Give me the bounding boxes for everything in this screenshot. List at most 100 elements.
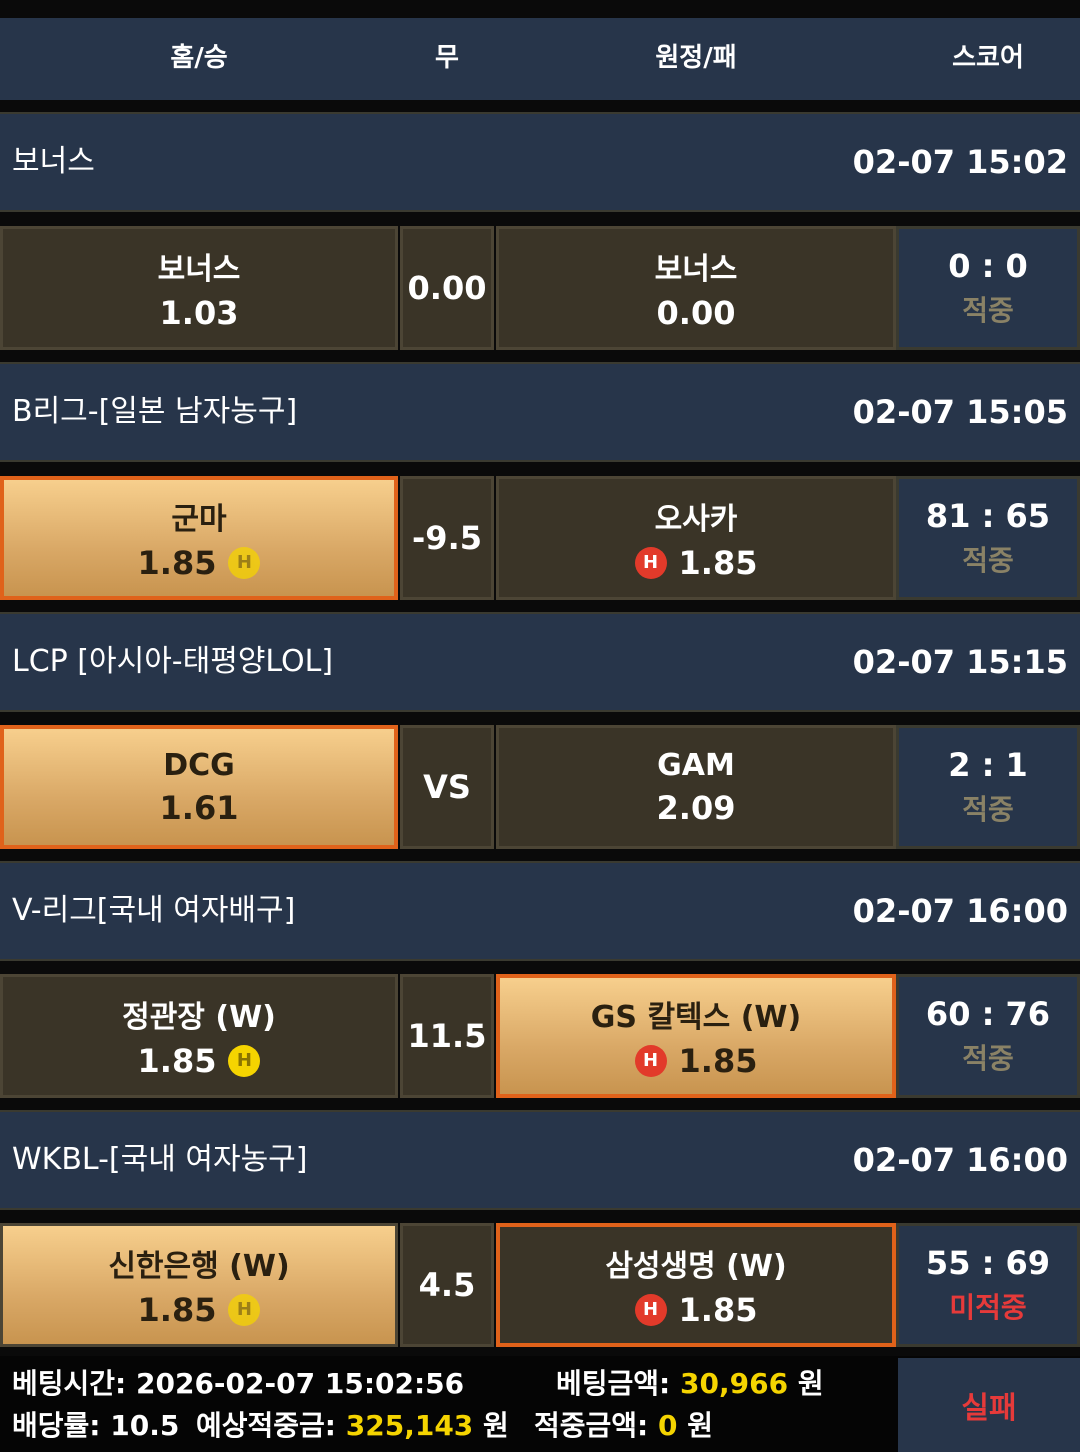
total-odds: 10.5 [110,1409,180,1442]
draw-odds-button[interactable]: VS [400,725,494,849]
away-badge-icon: H [634,547,667,579]
away-odds-button[interactable]: 삼성생명 (W) H 1.85 [496,1223,896,1347]
league-row: 보너스 02-07 15:02 [0,112,1080,212]
league-name: LCP [아시아-태평양LOL] [12,644,334,679]
home-badge-icon: H [228,1045,261,1077]
score: 55 : 69 [925,1244,1051,1282]
home-odds: 1.85 [137,1042,217,1080]
bet-result-badge: 실패 [898,1358,1080,1452]
match-time: 02-07 15:15 [852,643,1068,681]
table-header: 홈/승 무 원정/패 스코어 [0,18,1080,100]
away-odds-button[interactable]: GS 칼텍스 (W) H 1.85 [496,974,896,1098]
header-home: 홈/승 [170,43,228,73]
win-line: 적중금액: 0 원 [534,1404,713,1444]
header-score: 스코어 [952,43,1024,73]
away-odds: 1.85 [678,544,758,582]
bet-summary: 베팅시간: 2026-02-07 15:02:56 베팅금액: 30,966 원… [0,1356,1080,1452]
handicap-button[interactable]: -9.5 [400,476,494,600]
result-status: 적중 [962,544,1014,577]
bet-amount: 30,966 [680,1367,789,1400]
currency-label: 원 [797,1367,824,1400]
away-odds: 1.85 [678,1291,758,1329]
match-time: 02-07 16:00 [852,1141,1068,1179]
handicap-value: -9.5 [412,519,482,557]
bet-amount-label: 베팅금액: [556,1367,671,1400]
score-cell: 55 : 69 미적중 [896,1223,1080,1347]
expected-label: 예상적중금: [196,1409,336,1442]
score-cell: 0 : 0 적중 [896,226,1080,350]
away-team: GAM [657,747,735,783]
win-label: 적중금액: [534,1409,649,1442]
match-row: 보너스 1.03 0.00 보너스 0.00 0 : 0 적중 [0,226,1080,350]
match-time: 02-07 16:00 [852,892,1068,930]
win-amount: 0 [658,1409,678,1442]
away-team: 보너스 [654,252,738,287]
handicap-button[interactable]: 11.5 [400,974,494,1098]
home-odds-button[interactable]: DCG 1.61 [0,725,398,849]
bet-amount-line: 베팅금액: 30,966 원 [556,1362,824,1402]
result-status: 적중 [962,1042,1014,1075]
score-cell: 2 : 1 적중 [896,725,1080,849]
match-row: 정관장 (W) 1.85 H 11.5 GS 칼텍스 (W) H 1.85 60 :… [0,974,1080,1098]
handicap-button[interactable]: 4.5 [400,1223,494,1347]
bet-time: 2026-02-07 15:02:56 [136,1367,465,1400]
home-odds-button[interactable]: 보너스 1.03 [0,226,398,350]
league-row: LCP [아시아-태평양LOL] 02-07 15:15 [0,612,1080,712]
draw-odds-button[interactable]: 0.00 [400,226,494,350]
result-status: 적중 [962,793,1014,826]
away-team: GS 칼텍스 (W) [590,1000,802,1035]
score: 81 : 65 [925,497,1051,535]
away-odds: 0.00 [656,294,736,332]
home-odds-button[interactable]: 신한은행 (W) 1.85 H [0,1223,398,1347]
match-row: 군마 1.85 H -9.5 오사카 H 1.85 81 : 65 적중 [0,476,1080,600]
league-name: 보너스 [12,144,95,179]
header-draw: 무 [435,43,459,73]
away-team: 오사카 [654,502,738,537]
home-odds: 1.85 [137,544,217,582]
currency-label: 원 [483,1409,509,1442]
league-row: WKBL-[국내 여자농구] 02-07 16:00 [0,1110,1080,1210]
league-name: B리그-[일본 남자농구] [12,394,298,429]
away-badge-icon: H [634,1294,667,1326]
draw-value: 0.00 [407,269,487,307]
score-cell: 81 : 65 적중 [896,476,1080,600]
result-status: 미적중 [949,1291,1027,1324]
odds-line: 배당률: 10.5 [12,1404,179,1444]
league-name: V-리그[국내 여자배구] [12,893,296,928]
handicap-value: 11.5 [407,1017,487,1055]
home-team: DCG [163,747,235,783]
home-odds: 1.85 [137,1291,217,1329]
away-odds-button[interactable]: 오사카 H 1.85 [496,476,896,600]
currency-label: 원 [687,1409,713,1442]
vs-label: VS [423,768,471,806]
result-status: 적중 [962,294,1014,327]
expected-amount: 325,143 [345,1409,474,1442]
away-odds-button[interactable]: 보너스 0.00 [496,226,896,350]
home-badge-icon: H [228,1294,261,1326]
league-name: WKBL-[국내 여자농구] [12,1142,308,1177]
home-odds: 1.61 [159,788,239,827]
home-team: 보너스 [157,252,241,287]
match-row: DCG 1.61 VS GAM 2.09 2 : 1 적중 [0,725,1080,849]
score-cell: 60 : 76 적중 [896,974,1080,1098]
away-badge-icon: H [634,1045,667,1077]
away-odds-button[interactable]: GAM 2.09 [496,725,896,849]
home-team: 신한은행 (W) [108,1249,290,1284]
home-odds-button[interactable]: 군마 1.85 H [0,476,398,600]
total-odds-label: 배당률: [12,1409,101,1442]
header-away: 원정/패 [655,43,737,73]
bet-time-label: 베팅시간: [12,1367,127,1400]
match-row: 신한은행 (W) 1.85 H 4.5 삼성생명 (W) H 1.85 55 : 6… [0,1223,1080,1347]
away-team: 삼성생명 (W) [605,1249,787,1284]
home-badge-icon: H [228,547,261,579]
score: 60 : 76 [925,995,1051,1033]
league-row: B리그-[일본 남자농구] 02-07 15:05 [0,362,1080,462]
score: 0 : 0 [948,247,1028,285]
handicap-value: 4.5 [418,1266,476,1304]
bet-time-line: 베팅시간: 2026-02-07 15:02:56 [12,1362,464,1402]
home-team: 군마 [171,502,227,537]
away-odds: 2.09 [656,788,736,827]
home-odds-button[interactable]: 정관장 (W) 1.85 H [0,974,398,1098]
match-time: 02-07 15:02 [852,143,1068,181]
score: 2 : 1 [948,746,1028,784]
